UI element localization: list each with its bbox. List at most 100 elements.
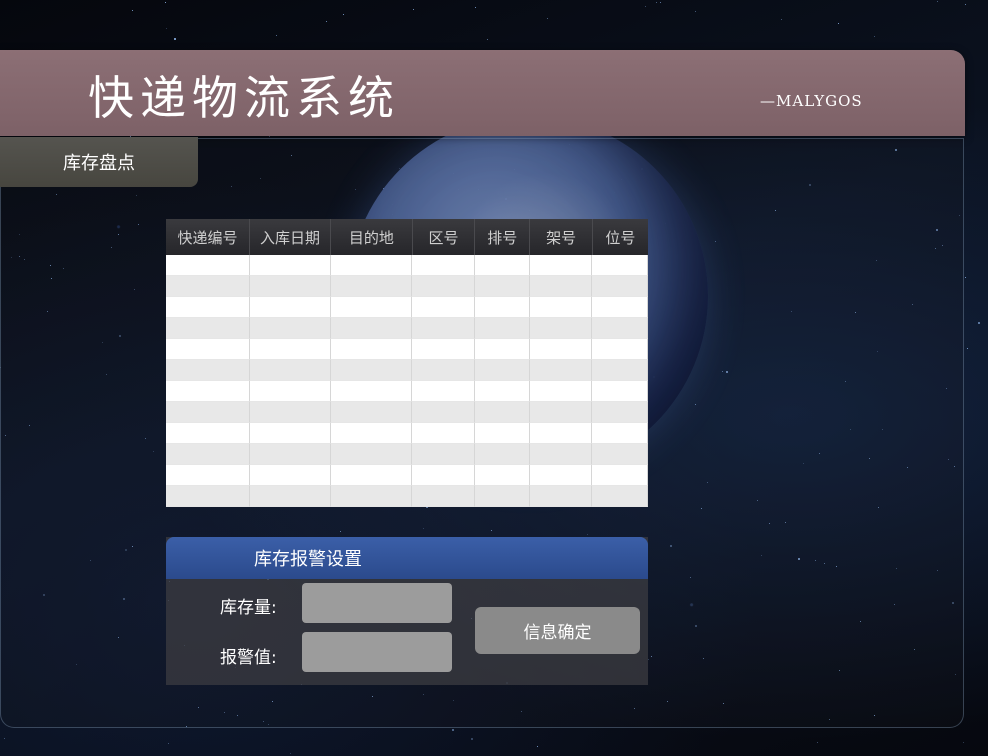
table-cell[interactable]	[166, 339, 250, 360]
table-cell[interactable]	[529, 423, 592, 444]
table-cell[interactable]	[591, 381, 648, 402]
table-cell[interactable]	[249, 465, 331, 486]
table-cell[interactable]	[330, 318, 413, 339]
table-row[interactable]	[166, 318, 648, 339]
table-cell[interactable]	[330, 444, 413, 465]
table-row[interactable]	[166, 381, 648, 402]
table-cell[interactable]	[529, 465, 592, 486]
table-cell[interactable]	[591, 339, 648, 360]
table-cell[interactable]	[166, 318, 250, 339]
confirm-button[interactable]: 信息确定	[475, 607, 640, 654]
table-cell[interactable]	[474, 339, 530, 360]
table-cell[interactable]	[249, 255, 331, 276]
table-cell[interactable]	[166, 360, 250, 381]
table-cell[interactable]	[166, 381, 250, 402]
table-cell[interactable]	[474, 423, 530, 444]
table-cell[interactable]	[249, 276, 331, 297]
table-cell[interactable]	[412, 423, 475, 444]
table-cell[interactable]	[591, 255, 648, 276]
table-cell[interactable]	[330, 486, 413, 507]
table-cell[interactable]	[166, 297, 250, 318]
table-cell[interactable]	[591, 360, 648, 381]
column-header[interactable]: 位号	[593, 219, 648, 255]
table-cell[interactable]	[330, 297, 413, 318]
table-cell[interactable]	[529, 276, 592, 297]
table-cell[interactable]	[412, 339, 475, 360]
table-cell[interactable]	[249, 423, 331, 444]
table-cell[interactable]	[166, 423, 250, 444]
table-cell[interactable]	[330, 339, 413, 360]
table-cell[interactable]	[474, 276, 530, 297]
table-cell[interactable]	[591, 276, 648, 297]
table-cell[interactable]	[529, 297, 592, 318]
table-cell[interactable]	[249, 444, 331, 465]
table-cell[interactable]	[474, 318, 530, 339]
table-cell[interactable]	[249, 486, 331, 507]
table-cell[interactable]	[591, 423, 648, 444]
table-cell[interactable]	[166, 255, 250, 276]
stock-input[interactable]	[302, 583, 452, 623]
table-cell[interactable]	[249, 339, 331, 360]
table-cell[interactable]	[330, 402, 413, 423]
table-cell[interactable]	[412, 276, 475, 297]
table-row[interactable]	[166, 276, 648, 297]
table-cell[interactable]	[529, 339, 592, 360]
table-row[interactable]	[166, 486, 648, 507]
column-header[interactable]: 区号	[413, 219, 476, 255]
table-cell[interactable]	[412, 255, 475, 276]
table-row[interactable]	[166, 465, 648, 486]
table-cell[interactable]	[474, 486, 530, 507]
table-cell[interactable]	[412, 318, 475, 339]
column-header[interactable]: 排号	[475, 219, 531, 255]
table-cell[interactable]	[249, 402, 331, 423]
table-cell[interactable]	[249, 297, 331, 318]
table-cell[interactable]	[591, 486, 648, 507]
table-cell[interactable]	[412, 381, 475, 402]
table-cell[interactable]	[591, 444, 648, 465]
table-row[interactable]	[166, 423, 648, 444]
table-cell[interactable]	[330, 381, 413, 402]
table-cell[interactable]	[166, 444, 250, 465]
column-header[interactable]: 入库日期	[250, 219, 331, 255]
table-cell[interactable]	[474, 297, 530, 318]
table-cell[interactable]	[474, 255, 530, 276]
table-cell[interactable]	[412, 465, 475, 486]
table-cell[interactable]	[412, 486, 475, 507]
table-cell[interactable]	[412, 444, 475, 465]
table-cell[interactable]	[330, 360, 413, 381]
column-header[interactable]: 目的地	[331, 219, 413, 255]
table-cell[interactable]	[474, 465, 530, 486]
table-cell[interactable]	[529, 402, 592, 423]
table-cell[interactable]	[591, 297, 648, 318]
table-cell[interactable]	[249, 318, 331, 339]
table-cell[interactable]	[529, 255, 592, 276]
table-cell[interactable]	[412, 360, 475, 381]
table-cell[interactable]	[474, 360, 530, 381]
table-cell[interactable]	[591, 465, 648, 486]
table-row[interactable]	[166, 402, 648, 423]
table-cell[interactable]	[529, 444, 592, 465]
table-cell[interactable]	[412, 402, 475, 423]
table-cell[interactable]	[529, 360, 592, 381]
table-cell[interactable]	[166, 465, 250, 486]
table-cell[interactable]	[474, 381, 530, 402]
table-cell[interactable]	[591, 318, 648, 339]
column-header[interactable]: 架号	[530, 219, 593, 255]
column-header[interactable]: 快递编号	[166, 219, 250, 255]
table-cell[interactable]	[249, 381, 331, 402]
table-cell[interactable]	[330, 423, 413, 444]
table-cell[interactable]	[529, 486, 592, 507]
table-cell[interactable]	[474, 444, 530, 465]
table-row[interactable]	[166, 360, 648, 381]
table-cell[interactable]	[330, 255, 413, 276]
table-cell[interactable]	[529, 381, 592, 402]
table-cell[interactable]	[591, 402, 648, 423]
alert-input[interactable]	[302, 632, 452, 672]
table-cell[interactable]	[166, 486, 250, 507]
table-cell[interactable]	[529, 318, 592, 339]
table-cell[interactable]	[249, 360, 331, 381]
table-cell[interactable]	[330, 465, 413, 486]
table-cell[interactable]	[166, 276, 250, 297]
table-row[interactable]	[166, 297, 648, 318]
table-cell[interactable]	[330, 276, 413, 297]
